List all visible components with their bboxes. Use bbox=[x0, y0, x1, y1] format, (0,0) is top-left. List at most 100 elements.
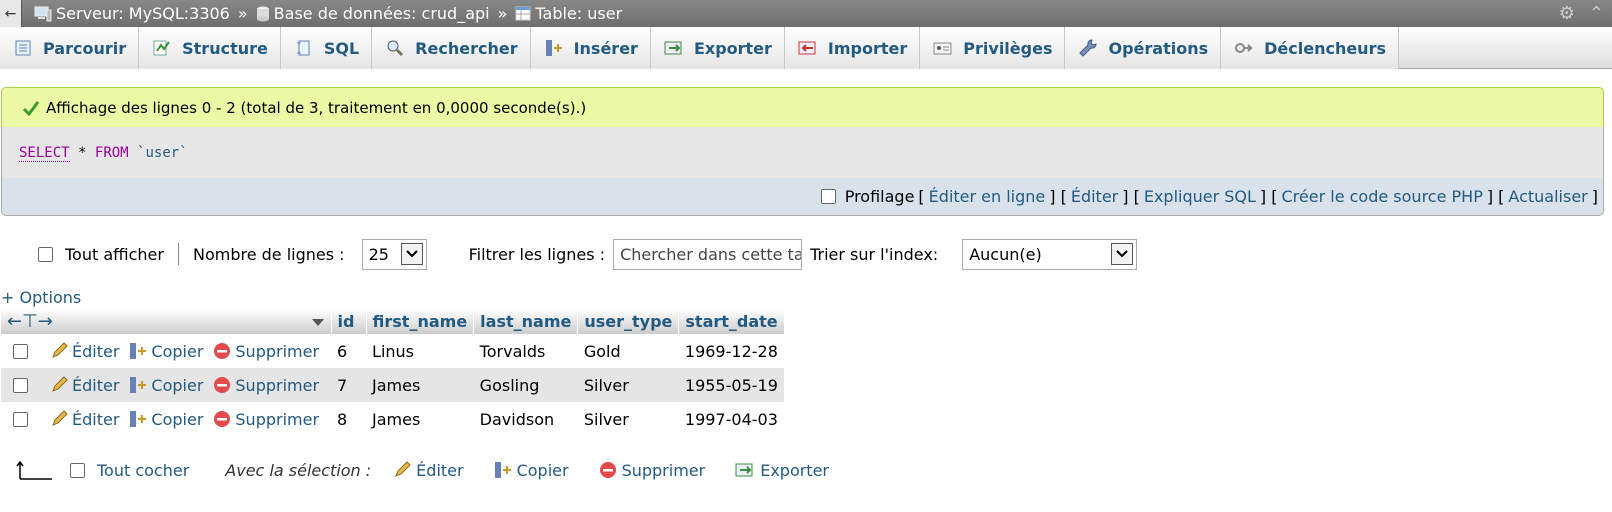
tab-sql[interactable]: SQL bbox=[280, 27, 373, 69]
row-checkbox[interactable] bbox=[13, 411, 28, 427]
cell-first-name[interactable]: Linus bbox=[366, 334, 474, 368]
sort-dropdown-icon[interactable] bbox=[311, 312, 325, 331]
gear-icon[interactable]: ⚙ bbox=[1559, 3, 1575, 24]
delete-icon bbox=[214, 377, 231, 393]
tab-search[interactable]: Rechercher bbox=[372, 27, 531, 69]
sql-keyword-select[interactable]: SELECT bbox=[19, 145, 70, 162]
create-php-link[interactable]: Créer le code source PHP bbox=[1282, 187, 1483, 206]
explain-sql-link[interactable]: Expliquer SQL bbox=[1144, 187, 1256, 206]
cell-first-name[interactable]: James bbox=[366, 402, 474, 436]
row-edit-link[interactable]: Éditer bbox=[72, 376, 119, 395]
bulk-delete-link[interactable]: Supprimer bbox=[622, 461, 706, 480]
row-edit-action[interactable]: Éditer bbox=[50, 376, 119, 395]
row-edit-link[interactable]: Éditer bbox=[72, 410, 119, 429]
sql-keyword-from: FROM bbox=[94, 145, 129, 161]
cell-user-type[interactable]: Gold bbox=[578, 334, 679, 368]
copy-icon bbox=[130, 411, 147, 427]
rows-label: Nombre de lignes : bbox=[192, 244, 345, 264]
cell-id[interactable]: 7 bbox=[331, 368, 367, 402]
tab-triggers[interactable]: Déclencheurs bbox=[1221, 27, 1399, 69]
row-checkbox[interactable] bbox=[13, 377, 28, 393]
row-copy-link[interactable]: Copier bbox=[151, 342, 203, 361]
wrench-icon bbox=[1077, 37, 1099, 59]
bulk-delete-button[interactable]: Supprimer bbox=[599, 461, 706, 480]
cell-last-name[interactable]: Torvalds bbox=[474, 334, 578, 368]
show-all-checkbox[interactable] bbox=[38, 246, 53, 262]
breadcrumb: Serveur: MySQL:3306 » Base de données: c… bbox=[34, 4, 622, 23]
row-delete-action[interactable]: Supprimer bbox=[213, 342, 319, 361]
bulk-copy-link[interactable]: Copier bbox=[517, 461, 569, 480]
navigation-filter-row: Tout afficher Nombre de lignes : 25 Filt… bbox=[0, 237, 1138, 271]
delete-icon bbox=[599, 462, 616, 478]
refresh-link[interactable]: Actualiser bbox=[1508, 187, 1587, 206]
cell-start-date[interactable]: 1997-04-03 bbox=[679, 402, 784, 436]
options-link[interactable]: + Options bbox=[1, 288, 81, 307]
database-icon bbox=[256, 6, 269, 21]
pencil-icon bbox=[52, 342, 68, 358]
tab-export[interactable]: Exporter bbox=[650, 27, 785, 69]
cell-start-date[interactable]: 1955-05-19 bbox=[678, 368, 785, 402]
row-copy-action[interactable]: Copier bbox=[129, 410, 203, 429]
bulk-copy-button[interactable]: Copier bbox=[494, 461, 569, 480]
bulk-export-button[interactable]: Exporter bbox=[735, 461, 829, 480]
column-header-start-date[interactable]: start_date bbox=[678, 309, 785, 334]
edit-sql-link[interactable]: Éditer bbox=[1071, 187, 1118, 206]
cell-id[interactable]: 6 bbox=[331, 334, 366, 368]
tab-import[interactable]: Importer bbox=[784, 27, 921, 69]
row-edit-action[interactable]: Éditer bbox=[50, 410, 119, 429]
breadcrumb-database[interactable]: Base de données: crud_api bbox=[274, 4, 490, 23]
rows-per-page-select[interactable]: 25 bbox=[361, 238, 427, 270]
cell-user-type[interactable]: Silver bbox=[578, 402, 679, 436]
profiling-checkbox[interactable] bbox=[820, 189, 836, 204]
tab-structure[interactable]: Structure bbox=[139, 27, 281, 69]
row-copy-action[interactable]: Copier bbox=[129, 342, 203, 361]
cell-last-name[interactable]: Gosling bbox=[473, 368, 578, 402]
row-actions-cell: Éditer Copier Supprimer bbox=[1, 334, 331, 368]
row-delete-action[interactable]: Supprimer bbox=[213, 410, 319, 429]
row-copy-link[interactable]: Copier bbox=[151, 410, 203, 429]
filter-rows-input[interactable]: Chercher dans cette table bbox=[613, 238, 803, 270]
breadcrumb-table[interactable]: Table: user bbox=[535, 4, 622, 23]
tab-insert[interactable]: Insérer bbox=[530, 27, 651, 69]
cell-id[interactable]: 8 bbox=[331, 402, 366, 436]
breadcrumb-server[interactable]: Serveur: MySQL:3306 bbox=[56, 4, 230, 23]
column-header-id[interactable]: id bbox=[331, 309, 367, 334]
tab-label: Parcourir bbox=[43, 38, 127, 58]
tab-browse[interactable]: Parcourir bbox=[0, 27, 140, 69]
cell-start-date[interactable]: 1969-12-28 bbox=[679, 334, 784, 368]
column-arrows-icon[interactable]: ←⊤→ bbox=[7, 311, 53, 332]
bulk-edit-link[interactable]: Éditer bbox=[416, 461, 463, 480]
row-delete-link[interactable]: Supprimer bbox=[235, 342, 319, 361]
collapse-icon[interactable]: ⌃ bbox=[1589, 3, 1604, 24]
row-edit-link[interactable]: Éditer bbox=[72, 342, 119, 361]
sql-table-name: `user` bbox=[137, 145, 188, 161]
export-icon bbox=[663, 37, 685, 59]
row-copy-link[interactable]: Copier bbox=[151, 376, 203, 395]
column-header-last-name[interactable]: last_name bbox=[473, 309, 579, 334]
row-edit-action[interactable]: Éditer bbox=[50, 342, 119, 361]
tab-operations[interactable]: Opérations bbox=[1065, 27, 1222, 69]
row-checkbox[interactable] bbox=[13, 343, 28, 359]
cell-last-name[interactable]: Davidson bbox=[474, 402, 578, 436]
cell-user-type[interactable]: Silver bbox=[577, 368, 679, 402]
row-copy-action[interactable]: Copier bbox=[129, 376, 203, 395]
sort-index-select[interactable]: Aucun(e) bbox=[962, 238, 1138, 270]
bulk-export-link[interactable]: Exporter bbox=[760, 461, 829, 480]
edit-inline-link[interactable]: Éditer en ligne bbox=[929, 187, 1046, 206]
tab-privileges[interactable]: Privilèges bbox=[920, 27, 1066, 69]
column-header-user-type[interactable]: user_type bbox=[577, 309, 680, 334]
row-delete-action[interactable]: Supprimer bbox=[213, 376, 319, 395]
delete-icon bbox=[214, 411, 231, 427]
row-delete-link[interactable]: Supprimer bbox=[235, 376, 319, 395]
insert-icon bbox=[543, 37, 565, 59]
bulk-edit-button[interactable]: Éditer bbox=[393, 461, 464, 480]
check-all-checkbox[interactable] bbox=[70, 462, 85, 478]
check-all-link[interactable]: Tout cocher bbox=[97, 461, 189, 480]
cell-first-name[interactable]: James bbox=[366, 368, 474, 402]
tab-label: Importer bbox=[827, 38, 908, 58]
back-arrow-icon[interactable]: ← bbox=[0, 0, 22, 27]
column-header-first-name[interactable]: first_name bbox=[366, 309, 475, 334]
triggers-icon bbox=[1233, 37, 1255, 59]
bracket-close: ] [ bbox=[1259, 187, 1278, 206]
row-delete-link[interactable]: Supprimer bbox=[235, 410, 319, 429]
